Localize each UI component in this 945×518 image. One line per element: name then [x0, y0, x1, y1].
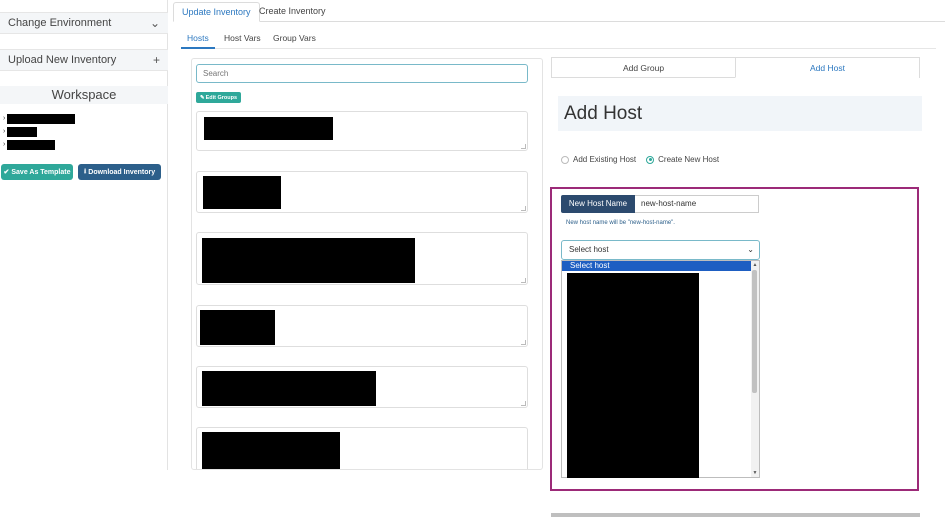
edit-groups-button[interactable]: ✎ Edit Groups [196, 92, 241, 103]
plus-icon: + [152, 53, 160, 67]
tree-item[interactable]: › [3, 112, 75, 125]
change-environment-label: Change Environment [8, 17, 112, 29]
top-tabs: Update Inventory Create Inventory [173, 0, 945, 22]
save-as-template-button[interactable]: ✔ Save As Template [1, 164, 73, 180]
redacted-options [567, 273, 699, 478]
panel-bottom-bar [551, 513, 920, 517]
redacted-text [204, 117, 333, 140]
tree-item[interactable]: › [3, 138, 75, 151]
host-textarea[interactable] [196, 305, 528, 347]
redacted-text [200, 310, 275, 345]
upload-inventory-label: Upload New Inventory [8, 54, 117, 66]
redacted-text [202, 238, 415, 283]
tab-host-vars[interactable]: Host Vars [224, 33, 261, 49]
radio-add-existing-host[interactable] [561, 155, 569, 164]
chevron-down-icon: ⌄ [747, 245, 754, 254]
radio-add-existing-label: Add Existing Host [573, 155, 637, 164]
resize-handle[interactable] [521, 401, 526, 406]
page-title: Add Host [564, 103, 643, 124]
new-host-hint: New host name will be "new-host-name". [566, 220, 675, 226]
host-list-panel: ✎ Edit Groups [191, 58, 543, 470]
add-panel: Add Group Add Host Add Host Add Existing… [550, 57, 922, 517]
redacted-text [202, 371, 376, 406]
check-circle-icon: ✔ [3, 169, 10, 176]
save-as-template-label: Save As Template [11, 168, 71, 176]
tab-add-host[interactable]: Add Host [735, 58, 919, 78]
scroll-down-icon[interactable]: ▼ [751, 469, 759, 477]
scroll-thumb[interactable] [752, 270, 757, 393]
add-host-header: Add Host [558, 96, 922, 131]
workspace-tree: › › › [3, 112, 75, 151]
redacted-text [7, 139, 55, 150]
upload-inventory-toggle[interactable]: Upload New Inventory + [0, 49, 168, 71]
workspace-title: Workspace [0, 86, 168, 104]
host-textarea[interactable] [196, 232, 528, 285]
redacted-text [7, 113, 75, 124]
add-tabs: Add Group Add Host [551, 57, 920, 78]
tree-item[interactable]: › [3, 125, 75, 138]
redacted-text [203, 176, 281, 209]
select-host-dropdown[interactable]: Select host ⌄ [561, 240, 760, 260]
download-icon: ⭳ [83, 167, 87, 175]
radio-create-new-host[interactable] [646, 155, 655, 164]
select-host-value: Select host [569, 245, 609, 254]
new-host-form: New Host Name new-host-name New host nam… [550, 187, 919, 491]
edit-icon: ✎ [199, 94, 205, 101]
sub-tabs: Hosts Host Vars Group Vars [181, 31, 936, 49]
tab-add-group[interactable]: Add Group [552, 58, 735, 78]
download-inventory-label: Download Inventory [88, 168, 156, 176]
tab-update-inventory[interactable]: Update Inventory [173, 2, 260, 22]
chevron-down-icon: ⌄ [149, 16, 160, 30]
tab-group-vars[interactable]: Group Vars [273, 33, 316, 49]
download-inventory-button[interactable]: ⭳ Download Inventory [78, 164, 161, 180]
select-host-options: Select host ▲ ▼ [561, 260, 760, 478]
tab-create-inventory[interactable]: Create Inventory [251, 2, 334, 22]
resize-handle[interactable] [521, 278, 526, 283]
edit-groups-label: Edit Groups [205, 94, 238, 101]
dropdown-scrollbar[interactable]: ▲ ▼ [751, 261, 759, 477]
radio-create-new-label: Create New Host [658, 155, 720, 164]
host-mode-radios: Add Existing Host Create New Host [561, 155, 729, 164]
new-host-name-prefix: New Host Name [561, 195, 635, 213]
host-textarea[interactable] [196, 366, 528, 408]
resize-handle[interactable] [521, 206, 526, 211]
resize-handle[interactable] [521, 340, 526, 345]
scroll-up-icon[interactable]: ▲ [751, 261, 759, 269]
change-environment-toggle[interactable]: Change Environment ⌄ [0, 12, 168, 34]
host-textarea[interactable] [196, 111, 528, 151]
sidebar: Change Environment ⌄ Upload New Inventor… [0, 0, 168, 470]
option-select-host[interactable]: Select host [562, 261, 751, 271]
tab-hosts[interactable]: Hosts [181, 33, 215, 49]
new-host-name-group: New Host Name new-host-name [561, 195, 759, 213]
host-textarea[interactable] [196, 427, 528, 469]
search-input[interactable] [196, 64, 528, 83]
new-host-name-input[interactable]: new-host-name [635, 195, 759, 213]
host-textarea[interactable] [196, 171, 528, 213]
redacted-text [202, 432, 340, 469]
redacted-text [7, 126, 37, 137]
resize-handle[interactable] [521, 144, 526, 149]
